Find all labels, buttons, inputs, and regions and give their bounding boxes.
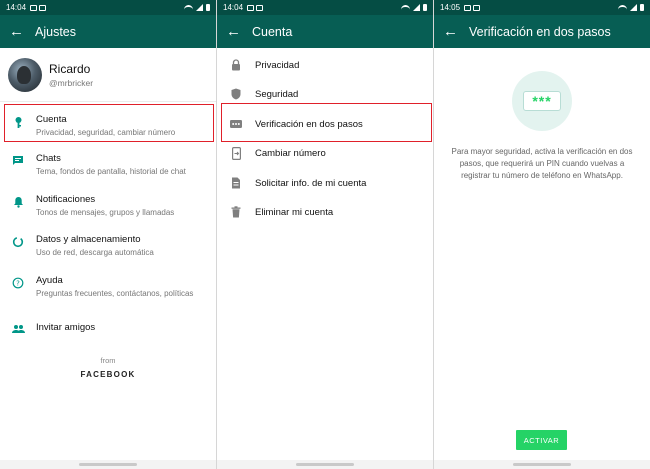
highlight-box xyxy=(221,103,432,142)
back-arrow-icon[interactable]: ← xyxy=(226,24,252,39)
account-item-label: Seguridad xyxy=(255,88,299,100)
notification-icon xyxy=(256,4,264,11)
status-time: 14:04 xyxy=(6,3,27,12)
profile-row[interactable]: Ricardo @mrbricker xyxy=(0,48,216,102)
notification-icon xyxy=(473,4,481,11)
profile-name: Ricardo xyxy=(49,61,91,76)
settings-item-notifications[interactable]: Notificaciones Tonos de mensajes, grupos… xyxy=(0,194,216,217)
status-bar: 14:04 xyxy=(0,0,216,15)
page-title: Ajustes xyxy=(35,24,76,39)
signal-icon xyxy=(630,4,637,11)
home-gesture-pill[interactable] xyxy=(513,463,571,466)
account-item-security[interactable]: Seguridad xyxy=(217,84,433,104)
home-gesture-pill[interactable] xyxy=(79,463,137,466)
people-icon xyxy=(0,322,36,334)
facebook-wordmark: FACEBOOK xyxy=(80,370,136,379)
account-screen: 14:04 ← Cuenta Privacidad Seguridad Veri… xyxy=(217,0,433,469)
account-item-label: Solicitar info. de mi cuenta xyxy=(255,177,367,189)
highlight-box xyxy=(4,104,214,142)
wifi-icon xyxy=(618,4,627,11)
page-title: Cuenta xyxy=(252,24,293,39)
pin-field-icon: *** xyxy=(523,91,561,111)
account-item-label: Cambiar número xyxy=(255,147,326,159)
trash-icon xyxy=(217,206,255,218)
gallery-icon xyxy=(247,4,255,11)
settings-item-subtitle: Tonos de mensajes, grupos y llamadas xyxy=(36,208,175,217)
settings-item-label: Ayuda xyxy=(36,275,63,286)
signal-icon xyxy=(196,4,203,11)
data-usage-icon xyxy=(0,234,36,248)
two-step-description: Para mayor seguridad, activa la verifica… xyxy=(451,147,633,180)
pin-illustration: *** xyxy=(512,71,572,131)
back-arrow-icon[interactable]: ← xyxy=(9,24,35,39)
settings-item-subtitle: Uso de red, descarga automática xyxy=(36,248,154,257)
two-step-screen: 14:05 ← Verificación en dos pasos *** Pa… xyxy=(434,0,650,469)
gallery-icon xyxy=(464,4,472,11)
account-item-label: Eliminar mi cuenta xyxy=(255,206,334,218)
battery-icon xyxy=(206,4,210,11)
profile-handle: @mrbricker xyxy=(49,77,94,88)
nav-bar xyxy=(217,460,433,469)
svg-text:?: ? xyxy=(16,280,20,288)
settings-item-subtitle: Tema, fondos de pantalla, historial de c… xyxy=(36,167,186,176)
account-item-delete[interactable]: Eliminar mi cuenta xyxy=(217,202,433,222)
settings-screen: 14:04 ← Ajustes Ricardo @mrbricker Cuent… xyxy=(0,0,216,469)
settings-item-data-storage[interactable]: Datos y almacenamiento Uso de red, desca… xyxy=(0,234,216,257)
document-icon xyxy=(217,177,255,189)
activate-button[interactable]: ACTIVAR xyxy=(516,430,567,450)
signal-icon xyxy=(413,4,420,11)
app-bar: ← Ajustes xyxy=(0,15,216,48)
help-icon: ? xyxy=(0,275,36,289)
account-item-request-info[interactable]: Solicitar info. de mi cuenta xyxy=(217,173,433,193)
battery-icon xyxy=(640,4,644,11)
nav-bar xyxy=(0,460,216,469)
lock-icon xyxy=(217,59,255,71)
settings-item-chats[interactable]: Chats Tema, fondos de pantalla, historia… xyxy=(0,153,216,176)
settings-item-label: Notificaciones xyxy=(36,194,96,205)
phone-change-icon xyxy=(217,146,255,160)
chat-icon xyxy=(0,153,36,166)
settings-item-invite[interactable]: Invitar amigos xyxy=(0,322,216,334)
back-arrow-icon[interactable]: ← xyxy=(443,24,469,39)
app-bar: ← Cuenta xyxy=(217,15,433,48)
status-time: 14:04 xyxy=(223,3,244,12)
wifi-icon xyxy=(184,4,193,11)
home-gesture-pill[interactable] xyxy=(296,463,354,466)
settings-item-help[interactable]: ? Ayuda Preguntas frecuentes, contáctano… xyxy=(0,275,216,298)
status-bar: 14:04 xyxy=(217,0,433,15)
bell-icon xyxy=(0,194,36,208)
settings-item-label: Datos y almacenamiento xyxy=(36,234,141,245)
account-item-privacy[interactable]: Privacidad xyxy=(217,55,433,75)
battery-icon xyxy=(423,4,427,11)
notification-icon xyxy=(30,4,38,11)
account-item-change-number[interactable]: Cambiar número xyxy=(217,143,433,163)
settings-item-subtitle: Preguntas frecuentes, contáctanos, polít… xyxy=(36,289,194,298)
page-title: Verificación en dos pasos xyxy=(469,24,611,39)
avatar[interactable] xyxy=(8,57,42,92)
status-bar: 14:05 xyxy=(434,0,650,15)
app-bar: ← Verificación en dos pasos xyxy=(434,15,650,48)
from-label: from xyxy=(100,356,116,365)
account-item-label: Privacidad xyxy=(255,59,300,71)
gallery-icon xyxy=(39,4,47,11)
status-time: 14:05 xyxy=(440,3,461,12)
shield-icon xyxy=(217,88,255,100)
settings-item-label: Invitar amigos xyxy=(36,322,96,333)
from-facebook: from FACEBOOK xyxy=(0,356,216,379)
wifi-icon xyxy=(401,4,410,11)
nav-bar xyxy=(434,460,650,469)
settings-item-label: Chats xyxy=(36,153,61,164)
